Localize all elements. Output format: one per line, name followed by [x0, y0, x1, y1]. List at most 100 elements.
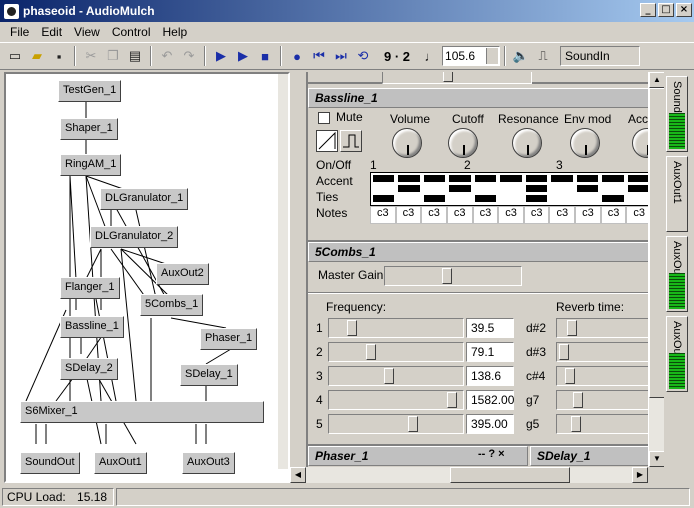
note-step[interactable]: c3	[549, 206, 576, 224]
reverb-time-thumb[interactable]	[573, 392, 583, 408]
frequency-value-field[interactable]: 138.6	[466, 366, 514, 386]
patcher-pane[interactable]: TestGen_1 Shaper_1 RingAM_1 DLGranulator…	[4, 72, 290, 483]
node-5combs[interactable]: 5Combs_1	[140, 294, 204, 316]
node-s6mixer[interactable]: S6Mixer_1	[20, 401, 264, 423]
node-shaper[interactable]: Shaper_1	[60, 118, 118, 140]
undo-icon[interactable]: ↶	[156, 45, 178, 67]
frequency-value-field[interactable]: 1582.00	[466, 390, 514, 410]
panels-scroll-thumb[interactable]	[649, 88, 665, 398]
frequency-slider[interactable]	[328, 318, 464, 338]
env-mod-knob[interactable]	[570, 128, 600, 158]
tab-auxout3[interactable]: AuxOut3	[666, 316, 688, 392]
square-wave-button[interactable]	[340, 130, 362, 152]
new-file-icon[interactable]: ▭	[4, 45, 26, 67]
ties-step[interactable]	[423, 195, 446, 202]
menu-control[interactable]: Control	[106, 25, 157, 39]
cut-icon[interactable]: ✂	[80, 45, 102, 67]
record-icon[interactable]: ●	[286, 45, 308, 67]
note-step[interactable]: c3	[446, 206, 473, 224]
rewind-icon[interactable]: ⏮	[308, 45, 330, 67]
note-step[interactable]: c3	[370, 206, 396, 224]
frequency-slider[interactable]	[328, 414, 464, 434]
ties-step[interactable]	[525, 195, 548, 202]
onoff-step[interactable]	[398, 175, 420, 182]
play-from-start-icon[interactable]: ▶	[210, 45, 232, 67]
step-sequencer-grid[interactable]	[370, 172, 652, 206]
scroll-up-button[interactable]: ▲	[649, 72, 665, 88]
ties-step[interactable]	[373, 195, 395, 202]
accent-step[interactable]	[449, 185, 471, 192]
stop-icon[interactable]: ■	[254, 45, 276, 67]
note-step[interactable]: c3	[472, 206, 499, 224]
note-step[interactable]: c3	[575, 206, 601, 224]
save-icon[interactable]: ▪	[48, 45, 70, 67]
wet-dry-slider[interactable]	[382, 72, 532, 84]
resonance-knob[interactable]	[512, 128, 542, 158]
frequency-value-field[interactable]: 395.00	[466, 414, 514, 434]
accent-step[interactable]	[627, 185, 649, 192]
node-dlgranulator-2[interactable]: DLGranulator_2	[90, 226, 179, 248]
node-bassline[interactable]: Bassline_1	[60, 316, 124, 338]
tab-auxout1[interactable]: AuxOut1	[666, 156, 688, 232]
open-folder-icon[interactable]: ▰	[26, 45, 48, 67]
onoff-step[interactable]	[500, 175, 522, 182]
node-dlgranulator-1[interactable]: DLGranulator_1	[100, 188, 189, 210]
onoff-step[interactable]	[449, 175, 471, 182]
accent-step[interactable]	[525, 185, 548, 192]
patcher-vertical-scrollbar[interactable]	[278, 74, 288, 469]
node-ringam[interactable]: RingAM_1	[60, 154, 122, 176]
node-soundout[interactable]: SoundOut	[20, 452, 80, 474]
speaker-icon[interactable]: 🔈	[510, 45, 532, 67]
onoff-step[interactable]	[423, 175, 446, 182]
sound-input-field[interactable]: SoundIn	[560, 46, 641, 66]
minimize-button[interactable]: _	[640, 3, 656, 17]
reverb-time-thumb[interactable]	[566, 320, 577, 336]
note-step[interactable]: c3	[523, 206, 550, 224]
onoff-step[interactable]	[627, 175, 649, 182]
accent-step[interactable]	[576, 185, 599, 192]
master-gain-slider[interactable]	[384, 266, 522, 286]
play-icon[interactable]: ▶	[232, 45, 254, 67]
scroll-down-button[interactable]: ▼	[649, 451, 665, 467]
copy-icon[interactable]: ❐	[102, 45, 124, 67]
node-testgen[interactable]: TestGen_1	[58, 80, 122, 102]
input-icon[interactable]: ⎍	[532, 45, 554, 67]
ties-step[interactable]	[602, 195, 624, 202]
reverb-time-thumb[interactable]	[559, 344, 570, 360]
reverb-time-slider[interactable]	[556, 318, 650, 338]
node-auxout3[interactable]: AuxOut3	[182, 452, 235, 474]
reverb-time-slider[interactable]	[556, 342, 650, 362]
phaser-panel-controls[interactable]: -- ? ×	[478, 448, 505, 460]
cutoff-knob[interactable]	[448, 128, 478, 158]
volume-knob[interactable]	[392, 128, 422, 158]
wet-dry-thumb[interactable]	[443, 72, 453, 82]
note-step[interactable]: c3	[421, 206, 447, 224]
onoff-step[interactable]	[551, 175, 573, 182]
note-step[interactable]: c3	[600, 206, 627, 224]
node-auxout2[interactable]: AuxOut2	[156, 263, 209, 285]
node-sdelay-1[interactable]: SDelay_1	[180, 364, 238, 386]
frequency-thumb[interactable]	[408, 416, 419, 432]
frequency-slider[interactable]	[328, 366, 464, 386]
node-auxout1[interactable]: AuxOut1	[94, 452, 147, 474]
tab-soundout[interactable]: SoundOut	[666, 76, 688, 152]
frequency-value-field[interactable]: 79.1	[466, 342, 514, 362]
tempo-field[interactable]: 105.6	[442, 46, 501, 66]
node-sdelay-2[interactable]: SDelay_2	[60, 358, 118, 380]
onoff-step[interactable]	[602, 175, 624, 182]
reverb-time-thumb[interactable]	[571, 416, 582, 432]
node-phaser[interactable]: Phaser_1	[200, 328, 258, 350]
horizontal-scroll-thumb[interactable]	[450, 467, 570, 483]
panels-vertical-scrollbar[interactable]: ▲ ▼	[648, 72, 665, 467]
reverb-time-slider[interactable]	[556, 414, 650, 434]
panels-horizontal-scrollbar[interactable]: ◀ ▶	[290, 467, 648, 483]
frequency-value-field[interactable]: 39.5	[466, 318, 514, 338]
menu-file[interactable]: File	[4, 25, 35, 39]
frequency-slider[interactable]	[328, 390, 464, 410]
paste-icon[interactable]: ▤	[124, 45, 146, 67]
close-button[interactable]: ×	[676, 3, 692, 17]
reverb-time-slider[interactable]	[556, 366, 650, 386]
ties-step[interactable]	[474, 195, 497, 202]
forward-icon[interactable]: ⏭	[330, 45, 352, 67]
frequency-slider[interactable]	[328, 342, 464, 362]
